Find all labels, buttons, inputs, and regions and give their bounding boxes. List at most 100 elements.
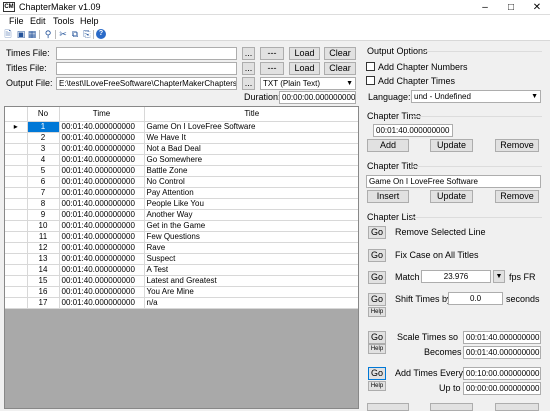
times-browse-button[interactable]: ... [242, 47, 255, 60]
output-file-input[interactable]: E:\test\ILoveFreeSoftware\ChapterMakerCh… [56, 77, 237, 90]
go-match-fps-button[interactable]: Go [368, 271, 386, 284]
cell-time[interactable]: 00:01:40.000000000 [59, 154, 145, 166]
row-selector[interactable] [5, 132, 28, 144]
cell-title[interactable]: Game On I LoveFree Software [144, 121, 358, 133]
cell-time[interactable]: 00:01:40.000000000 [59, 165, 145, 177]
cell-time[interactable]: 00:01:40.000000000 [59, 253, 145, 265]
cell-time[interactable]: 00:01:40.000000000 [59, 143, 145, 155]
row-selector[interactable] [5, 165, 28, 177]
row-selector[interactable] [5, 187, 28, 199]
cell-title[interactable]: Few Questions [144, 231, 358, 243]
row-selector[interactable] [5, 198, 28, 210]
row-selector[interactable] [5, 176, 28, 188]
table-row[interactable]: 13 00:01:40.000000000 Suspect [5, 253, 358, 265]
go-remove-selected-button[interactable]: Go [368, 226, 386, 239]
cell-no[interactable]: 11 [27, 231, 60, 243]
cell-title[interactable]: Pay Attention [144, 187, 358, 199]
new-file-icon[interactable]: 🗎 [3, 29, 13, 39]
cell-time[interactable]: 00:01:40.000000000 [59, 220, 145, 232]
row-selector[interactable] [5, 286, 28, 298]
cell-time[interactable]: 00:01:40.000000000 [59, 209, 145, 221]
fps-input[interactable]: 23.976 [421, 270, 491, 283]
help-icon[interactable]: ? [96, 29, 106, 39]
table-row[interactable]: ▸ 1 00:01:40.000000000 Game On I LoveFree S… [5, 121, 358, 133]
help-shift-times-button[interactable]: Help [368, 307, 386, 317]
maximize-button[interactable]: □ [498, 0, 524, 15]
paste-icon[interactable]: ⎘ [82, 29, 92, 39]
menu-edit[interactable]: Edit [30, 16, 46, 26]
go-shift-times-button[interactable]: Go [368, 293, 386, 306]
bottom-button-2[interactable] [430, 403, 473, 411]
cell-title[interactable]: Go Somewhere [144, 154, 358, 166]
cell-title[interactable]: People Like You [144, 198, 358, 210]
times-clear-button[interactable]: Clear [324, 47, 356, 60]
row-selector[interactable] [5, 264, 28, 276]
remove-chapter-time-button[interactable]: Remove [495, 139, 539, 152]
output-browse-button[interactable]: ... [242, 77, 255, 90]
cell-no[interactable]: 12 [27, 242, 60, 254]
add-chapter-time-button[interactable]: Add [367, 139, 409, 152]
up-to-input[interactable]: 00:00:00.000000000 [463, 382, 541, 395]
cell-title[interactable]: Latest and Greatest [144, 275, 358, 287]
scale-to-input[interactable]: 00:01:40.000000000 [463, 346, 541, 359]
table-row[interactable]: 4 00:01:40.000000000 Go Somewhere [5, 154, 358, 166]
titles-file-input[interactable] [56, 62, 237, 75]
cell-time[interactable]: 00:01:40.000000000 [59, 176, 145, 188]
cell-no[interactable]: 9 [27, 209, 60, 221]
cell-no[interactable]: 2 [27, 132, 60, 144]
row-selector[interactable] [5, 220, 28, 232]
titles-clear-button[interactable]: Clear [324, 62, 356, 75]
table-row[interactable]: 11 00:01:40.000000000 Few Questions [5, 231, 358, 243]
row-selector[interactable] [5, 275, 28, 287]
menu-tools[interactable]: Tools [53, 16, 74, 26]
add-times-checkbox[interactable] [366, 76, 375, 85]
row-selector[interactable] [5, 242, 28, 254]
scale-from-input[interactable]: 00:01:40.000000000 [463, 331, 541, 344]
duration-input[interactable]: 00:00:00.000000000 [279, 91, 356, 104]
bottom-button-1[interactable] [367, 403, 409, 411]
row-selector[interactable]: ▸ [5, 121, 28, 133]
cell-time[interactable]: 00:01:40.000000000 [59, 286, 145, 298]
minimize-button[interactable]: – [472, 0, 498, 15]
cut-icon[interactable]: ✂ [58, 29, 68, 39]
cell-title[interactable]: Rave [144, 242, 358, 254]
help-add-times-button[interactable]: Help [368, 381, 386, 391]
table-row[interactable]: 17 00:01:40.000000000 n/a [5, 297, 358, 309]
cell-no[interactable]: 8 [27, 198, 60, 210]
table-row[interactable]: 10 00:01:40.000000000 Get in the Game [5, 220, 358, 232]
table-row[interactable]: 3 00:01:40.000000000 Not a Bad Deal [5, 143, 358, 155]
cell-title[interactable]: Suspect [144, 253, 358, 265]
cell-title[interactable]: No Control [144, 176, 358, 188]
save-as-icon[interactable]: ▦ [27, 29, 37, 39]
row-selector[interactable] [5, 231, 28, 243]
row-selector[interactable] [5, 297, 28, 309]
add-every-input[interactable]: 00:10:00.000000000 [463, 367, 541, 380]
find-icon[interactable]: ⚲ [43, 29, 53, 39]
shift-seconds-input[interactable]: 0.0 [448, 292, 503, 305]
output-format-select[interactable]: TXT (Plain Text) ▼ [260, 77, 356, 90]
cell-no[interactable]: 1 [27, 121, 60, 133]
column-header-no[interactable]: No [27, 107, 60, 122]
cell-no[interactable]: 14 [27, 264, 60, 276]
go-fix-case-button[interactable]: Go [368, 249, 386, 262]
row-selector[interactable] [5, 143, 28, 155]
cell-time[interactable]: 00:01:40.000000000 [59, 132, 145, 144]
cell-title[interactable]: Battle Zone [144, 165, 358, 177]
insert-chapter-title-button[interactable]: Insert [367, 190, 409, 203]
cell-title[interactable]: Get in the Game [144, 220, 358, 232]
cell-no[interactable]: 5 [27, 165, 60, 177]
cell-no[interactable]: 16 [27, 286, 60, 298]
cell-time[interactable]: 00:01:40.000000000 [59, 264, 145, 276]
table-row[interactable]: 14 00:01:40.000000000 A Test [5, 264, 358, 276]
table-row[interactable]: 5 00:01:40.000000000 Battle Zone [5, 165, 358, 177]
add-numbers-checkbox[interactable] [366, 62, 375, 71]
cell-time[interactable]: 00:01:40.000000000 [59, 242, 145, 254]
titles-load-button[interactable]: Load [289, 62, 320, 75]
close-button[interactable]: ✕ [524, 0, 550, 15]
copy-icon[interactable]: ⧉ [70, 29, 80, 39]
cell-title[interactable]: Not a Bad Deal [144, 143, 358, 155]
cell-no[interactable]: 13 [27, 253, 60, 265]
titles-dash-button[interactable]: --- [260, 62, 284, 75]
cell-no[interactable]: 17 [27, 297, 60, 309]
go-scale-times-button[interactable]: Go [368, 331, 386, 344]
